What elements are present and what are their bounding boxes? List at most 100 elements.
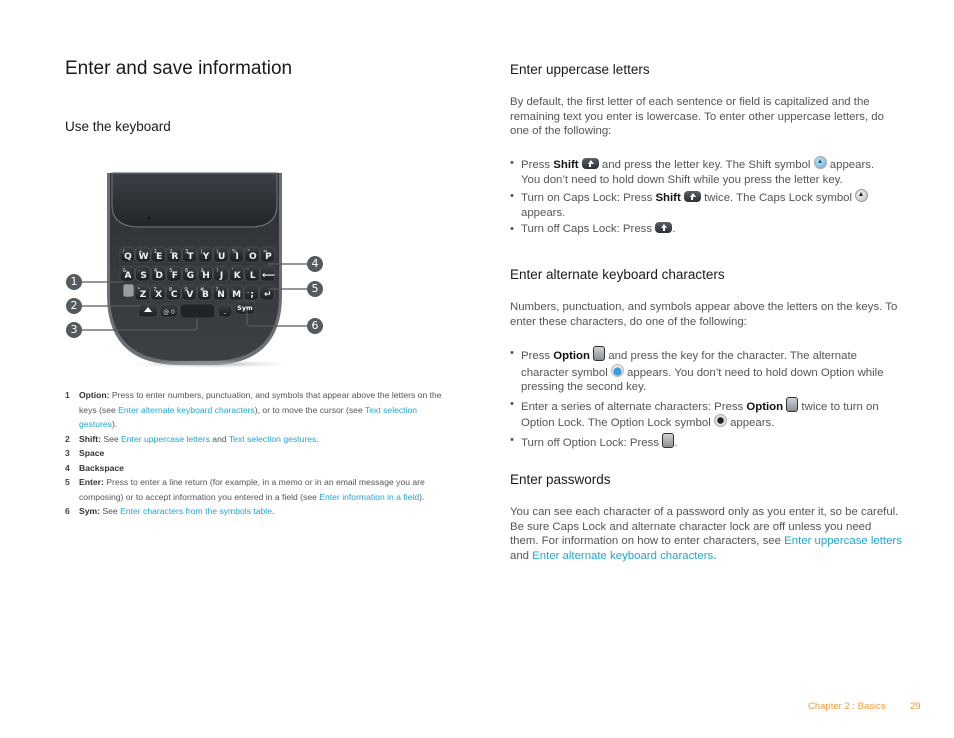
key-alt-label: + [138, 249, 143, 255]
legend-link[interactable]: Enter uppercase letters [121, 434, 210, 444]
alternate-character-symbol-icon [610, 363, 624, 377]
legend-link[interactable]: Enter characters from the symbols table [120, 506, 272, 516]
page-title: Enter and save information [65, 58, 293, 79]
alternate-intro: Numbers, punctuation, and symbols appear… [510, 301, 898, 328]
option-keyword: Option [746, 400, 784, 413]
key-alt-label: % [232, 249, 237, 255]
legend-term: Enter: [79, 477, 104, 487]
keyboard-figure: Q / W + E 1 R 2 T 3 Y(U) I% O " P = A & S - D 4 F 5 G 6 H $ J! K ' L ' ⟵ Z… [60, 165, 340, 380]
legend-link[interactable]: Enter alternate keyboard characters [118, 405, 255, 415]
key-alt-label: = [263, 249, 268, 255]
option-key-icon [593, 346, 606, 361]
alternate-bullet-2: Enter a series of alternate characters: … [510, 396, 895, 431]
shift-key-icon [683, 191, 701, 202]
legend-number: 1 [65, 390, 70, 400]
legend-term: Sym: [79, 506, 101, 516]
key-alt-label: # [200, 287, 205, 293]
legend-number: 2 [65, 433, 70, 444]
option-key [122, 283, 135, 298]
legend-number: 4 [65, 462, 70, 473]
shift-symbol-icon [813, 156, 827, 169]
legend-item: 2 Shift: See Enter uppercase letters and … [65, 432, 450, 447]
section-title-passwords: Enter passwords [510, 472, 611, 487]
section-title-use-keyboard: Use the keyboard [65, 119, 171, 134]
legend-term: Backspace [79, 462, 124, 473]
key-alt-label: ) [216, 249, 218, 255]
key-alt-label: _ [246, 287, 250, 293]
key-label: U [218, 252, 225, 262]
legend-text: Space [79, 446, 104, 461]
alternate-bullet-3: Turn off Option Lock: Press . [510, 432, 895, 451]
key-alt-label: ! [216, 268, 218, 274]
section-title-uppercase: Enter uppercase letters [510, 62, 650, 77]
key-alt-label: ? [216, 287, 219, 293]
key-alt-label: * [138, 287, 141, 293]
key-label: Y [202, 252, 210, 262]
key-alt-label: ( [201, 249, 203, 255]
period-key-label: . [224, 307, 227, 316]
uppercase-bullet-1: Press Shift and press the letter key. Th… [510, 156, 895, 187]
key-alt-label: 1 [154, 249, 158, 255]
uppercase-intro: By default, the first letter of each sen… [510, 96, 884, 137]
legend-term: Shift: [79, 433, 101, 444]
keyboard-legend: 1 Option: Press to enter numbers, punctua… [65, 388, 450, 519]
key-alt-label: - [138, 268, 140, 274]
legend-link[interactable]: Enter information in a field [319, 492, 419, 502]
shift-keyword: Shift [655, 192, 681, 204]
key-label: S [140, 271, 146, 281]
uppercase-list: Press Shift and press the letter key. Th… [510, 156, 895, 239]
uppercase-bullet-3: Turn off Caps Lock: Press . [510, 222, 895, 237]
legend-number: 6 [65, 506, 70, 516]
shift-keyword: Shift [553, 159, 579, 171]
key-label: ; [250, 290, 254, 300]
key-alt-label: 7 [153, 287, 157, 293]
callout-2: 2 [66, 298, 82, 314]
option-keyword: Option [553, 350, 590, 362]
key-label: ↵ [264, 290, 272, 300]
legend-text: Shift: See Enter uppercase letters and T… [79, 433, 319, 444]
legend-item: 4 Backspace [65, 461, 450, 476]
key-label: L [250, 271, 256, 281]
key-alt-label: $ [201, 268, 205, 274]
key-alt-label: 6 [185, 268, 189, 274]
callout-4: 4 [307, 256, 323, 272]
key-label: J [219, 271, 223, 281]
legend-text: Option: Press to enter numbers, punctuat… [79, 390, 442, 429]
callout-5: 5 [307, 281, 323, 297]
key-label: M [232, 290, 241, 300]
key-label: Z [140, 290, 147, 300]
key-alt-label: ' [247, 268, 249, 274]
uppercase-bullet-2: Turn on Caps Lock: Press Shift twice. Th… [510, 189, 895, 220]
legend-item: 5 Enter: Press to enter a line return (fo… [65, 475, 450, 504]
shift-key-icon [655, 222, 673, 233]
key-alt-label: 4 [154, 268, 158, 274]
space-key [179, 303, 216, 319]
key-alt-label: 9 [184, 287, 188, 293]
link-enter-uppercase-letters[interactable]: Enter uppercase letters [784, 535, 902, 547]
key-alt-label: " [247, 249, 250, 255]
legend-number: 5 [65, 477, 70, 487]
option-key-icon [662, 432, 675, 448]
key-alt-label: 3 [185, 249, 189, 255]
key-alt-label: 8 [169, 287, 173, 293]
key-label: O [249, 252, 257, 262]
sym-key-label: Sym [237, 304, 253, 312]
callout-3: 3 [66, 322, 82, 338]
key-alt-label: & [123, 268, 128, 274]
legend-text: Sym: See Enter characters from the symbo… [79, 506, 275, 516]
legend-link[interactable]: Text selection gestures [229, 434, 316, 444]
keyboard-illustration: Q/W+ E1 R2 T3 Y(U) I% O" P=A& S- D4 F5 G6 H$ J! K' L' ⟵Z… [78, 165, 308, 368]
callout-6: 6 [307, 318, 323, 334]
callout-1: 1 [66, 274, 82, 290]
legend-term: Option: [79, 390, 110, 400]
at-key-label: @ 0 [163, 309, 175, 316]
caps-lock-symbol-icon [855, 189, 869, 202]
option-key-icon [786, 396, 799, 412]
alternate-bullet-1: Press Option and press the key for the c… [510, 346, 895, 395]
key-label: Q [124, 252, 132, 262]
legend-term: Space [79, 448, 105, 458]
key-alt-label: ' [232, 268, 234, 274]
key-alt-label: 2 [169, 249, 173, 255]
shift-key-icon [581, 158, 599, 169]
link-enter-alternate-keyboard-characters[interactable]: Enter alternate keyboard characters [532, 550, 713, 562]
